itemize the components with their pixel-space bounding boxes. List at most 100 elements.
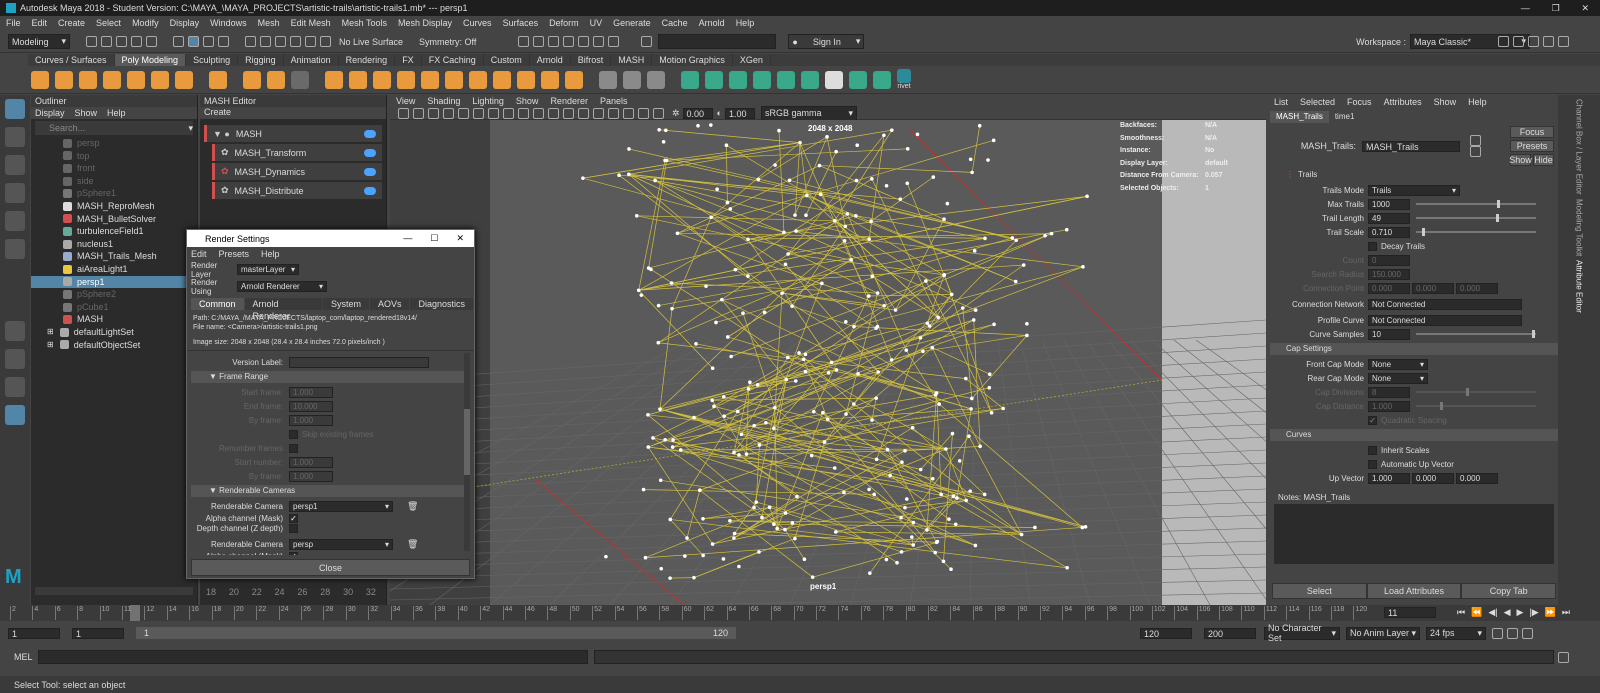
- super-shape-icon[interactable]: [243, 70, 261, 89]
- outliner-menu-help[interactable]: Help: [107, 108, 126, 118]
- attr-tab-mash_trails[interactable]: MASH_Trails: [1270, 111, 1329, 123]
- output-connection-icon[interactable]: [1470, 146, 1481, 157]
- trail-scale-field[interactable]: 0.710: [1368, 226, 1410, 238]
- menu-mesh-display[interactable]: Mesh Display: [398, 18, 452, 28]
- depth-channel-checkbox[interactable]: [289, 523, 298, 533]
- snap-grid-icon[interactable]: [245, 36, 256, 47]
- viewport-menu-panels[interactable]: Panels: [600, 96, 628, 106]
- outliner-item[interactable]: persp1: [31, 275, 197, 289]
- single-perspective-icon[interactable]: [5, 321, 25, 341]
- outliner-layout-icon[interactable]: [5, 405, 25, 425]
- redo-icon[interactable]: [146, 36, 157, 47]
- maximize-icon[interactable]: ☐: [430, 233, 438, 244]
- version-field[interactable]: [289, 356, 429, 368]
- current-time-marker[interactable]: [130, 605, 140, 621]
- range-bar[interactable]: 1 120: [136, 627, 736, 639]
- node-name-field[interactable]: MASH_Trails: [1362, 140, 1460, 152]
- attribute-editor-tab[interactable]: Attribute Editor: [1575, 260, 1584, 313]
- rs-tab-system[interactable]: System: [322, 298, 369, 310]
- fill-hole-icon[interactable]: [565, 70, 583, 89]
- outliner-menu-display[interactable]: Display: [35, 108, 65, 118]
- anim-end-field[interactable]: 200: [1204, 627, 1256, 639]
- step-back-key-icon[interactable]: ⏪: [1471, 607, 1482, 618]
- trails-section[interactable]: ⋮ Trails: [1270, 169, 1558, 181]
- poly-cone-icon[interactable]: [103, 70, 121, 89]
- gate-mask-icon[interactable]: [503, 107, 514, 119]
- snap-curve-icon[interactable]: [260, 36, 271, 47]
- uv-auto-icon[interactable]: [753, 70, 771, 89]
- modeling-toolkit-tab[interactable]: Modeling Toolkit: [1575, 199, 1584, 256]
- menu-display[interactable]: Display: [170, 18, 200, 28]
- arnold-render-icon[interactable]: [593, 36, 605, 47]
- shelf-tab-sculpting[interactable]: Sculpting: [186, 54, 239, 66]
- new-scene-icon[interactable]: [86, 36, 97, 47]
- step-back-icon[interactable]: ◀|: [1488, 607, 1497, 618]
- alpha-channel-checkbox-2[interactable]: ✓: [289, 551, 298, 555]
- film-gate-icon[interactable]: [473, 107, 484, 119]
- outliner-item[interactable]: MASH: [31, 313, 197, 326]
- combine-icon[interactable]: [325, 70, 343, 89]
- move-tool-icon[interactable]: [5, 183, 25, 203]
- viewport-menu-show[interactable]: Show: [516, 96, 539, 106]
- poly-cube-icon[interactable]: [55, 70, 73, 89]
- mash-node[interactable]: ✿ MASH_Transform: [212, 144, 382, 161]
- shelf-tab-mash[interactable]: MASH: [611, 54, 653, 66]
- mash-node[interactable]: ▼ ● MASH: [204, 125, 382, 142]
- four-view-icon[interactable]: [5, 349, 25, 369]
- ao-icon[interactable]: [623, 107, 634, 119]
- camera-select-icon[interactable]: [398, 107, 409, 119]
- front-cap-dropdown[interactable]: None ▾: [1368, 358, 1428, 370]
- step-forward-icon[interactable]: |▶: [1529, 607, 1538, 618]
- symmetry-label[interactable]: Symmetry: Off: [419, 37, 476, 47]
- menu-set-dropdown[interactable]: Modeling ▾: [8, 34, 70, 49]
- outliner-item[interactable]: side: [31, 175, 197, 188]
- outliner-item[interactable]: nucleus1: [31, 238, 197, 251]
- trails-mode-dropdown[interactable]: Trails ▾: [1368, 184, 1460, 196]
- ipr-render-icon[interactable]: [548, 36, 560, 47]
- node-toggle[interactable]: [364, 186, 376, 195]
- loop-icon[interactable]: [1492, 627, 1503, 639]
- focus-button[interactable]: Focus: [1510, 126, 1554, 138]
- checker-icon[interactable]: [825, 70, 843, 89]
- channel-box-tab[interactable]: Channel Box / Layer Editor: [1575, 99, 1584, 195]
- expand-icon[interactable]: ⊞: [47, 326, 54, 339]
- play-back-icon[interactable]: ◀: [1504, 607, 1511, 618]
- outliner-item[interactable]: aiAreaLight1: [31, 263, 197, 276]
- type-tool-icon[interactable]: [291, 70, 309, 89]
- maximize-icon[interactable]: ❐: [1552, 3, 1560, 14]
- menu-generate[interactable]: Generate: [613, 18, 651, 28]
- renderable-cameras-section[interactable]: ▼ Renderable Cameras: [191, 485, 466, 497]
- input-connection-icon[interactable]: [1470, 135, 1481, 146]
- command-language-label[interactable]: MEL: [0, 652, 38, 662]
- uv-cylindrical-icon[interactable]: [705, 70, 723, 89]
- render-settings-icon[interactable]: [563, 36, 575, 47]
- menu-windows[interactable]: Windows: [210, 18, 247, 28]
- uv-unfold-icon[interactable]: [801, 70, 819, 89]
- shadows-icon[interactable]: [608, 107, 619, 119]
- trail-length-field[interactable]: 49: [1368, 212, 1410, 224]
- rs-tab-arnold-renderer[interactable]: Arnold Renderer: [244, 298, 322, 321]
- playback-start-field[interactable]: 1: [72, 627, 124, 639]
- viewport-scene[interactable]: 2048 x 2048 persp1 Backfaces: N/A Smoothne…: [390, 120, 1266, 605]
- layout-graph-icon[interactable]: [1543, 36, 1554, 47]
- sign-in-button[interactable]: ● Sign In ▾: [788, 34, 865, 49]
- alpha-channel-checkbox[interactable]: ✓: [289, 513, 298, 523]
- poly-disc-icon[interactable]: [175, 70, 193, 89]
- attr-menu-attributes[interactable]: Attributes: [1384, 97, 1422, 107]
- bridge-icon[interactable]: [493, 70, 511, 89]
- node-toggle[interactable]: [364, 148, 376, 157]
- layout-single-icon[interactable]: [1498, 36, 1509, 47]
- outliner-search[interactable]: Search... ▾: [35, 121, 193, 135]
- character-set-dropdown[interactable]: No Character Set ▾: [1264, 623, 1340, 643]
- undo-icon[interactable]: [131, 36, 142, 47]
- minimize-icon[interactable]: —: [403, 233, 412, 244]
- exposure-field[interactable]: 0.00: [682, 107, 713, 119]
- trash-icon[interactable]: 🗑: [407, 501, 418, 512]
- show-button[interactable]: Show: [1509, 154, 1532, 166]
- curve-samples-field[interactable]: 10: [1368, 328, 1410, 340]
- menu-deform[interactable]: Deform: [549, 18, 579, 28]
- prefs-icon[interactable]: [1522, 627, 1533, 639]
- curve-samples-slider[interactable]: [1416, 330, 1536, 338]
- shelf-tab-xgen[interactable]: XGen: [733, 54, 771, 66]
- node-toggle[interactable]: [364, 167, 376, 176]
